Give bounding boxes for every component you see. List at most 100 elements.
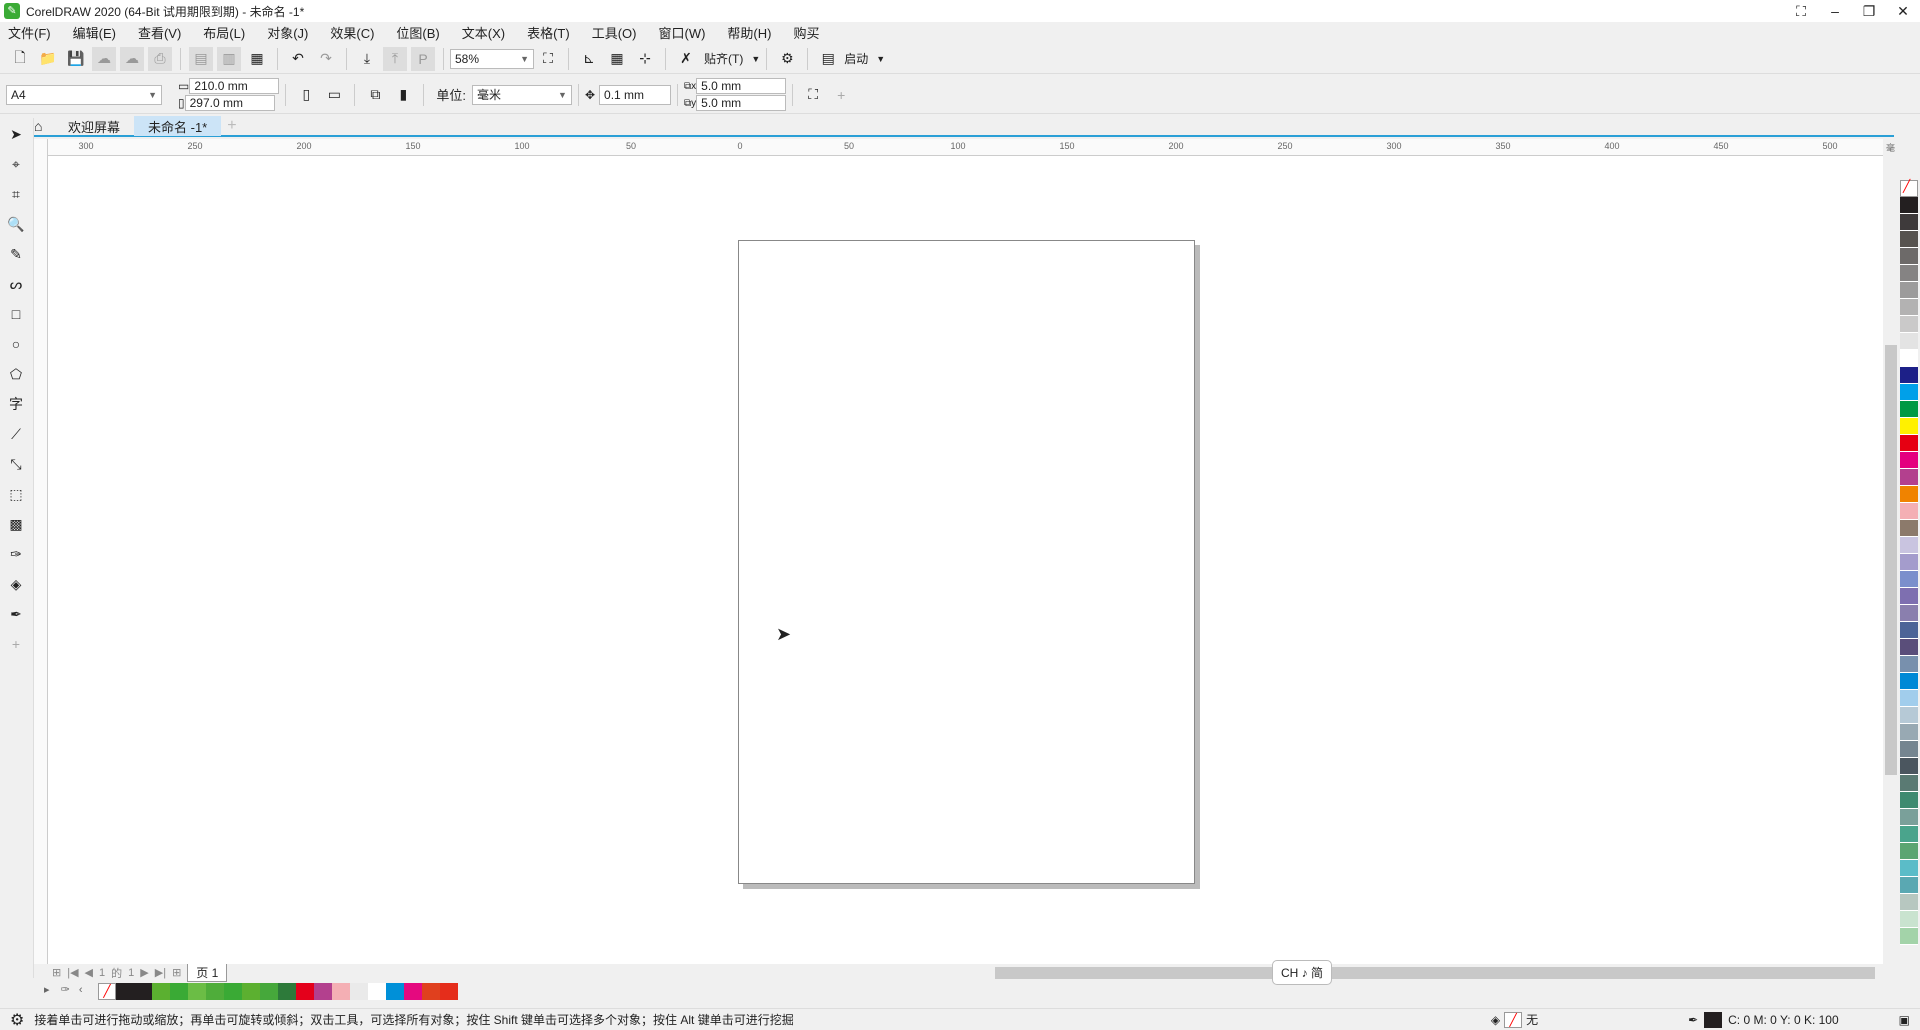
color-swatch[interactable]: [1900, 707, 1918, 724]
menu-help[interactable]: 帮助(H): [727, 23, 771, 42]
menu-tools[interactable]: 工具(O): [592, 23, 637, 42]
text-tool-icon[interactable]: 字: [4, 392, 28, 416]
dimension-tool-icon[interactable]: ⟋: [4, 422, 28, 446]
color-swatch[interactable]: [1900, 520, 1918, 537]
shape-tool-icon[interactable]: ⌖: [4, 152, 28, 176]
menu-window[interactable]: 窗口(W): [658, 23, 705, 42]
color-swatch[interactable]: [1900, 588, 1918, 605]
paste-icon[interactable]: ▦: [245, 47, 269, 71]
cloud-download-icon[interactable]: ☁: [92, 46, 116, 71]
horizontal-scroll-thumb[interactable]: [995, 967, 1875, 979]
prev-page-icon[interactable]: ◀: [85, 966, 93, 979]
color-swatch[interactable]: [404, 983, 422, 1000]
page-border-icon[interactable]: ⛶: [801, 83, 825, 107]
color-swatch[interactable]: [332, 983, 350, 1000]
full-screen-icon[interactable]: ⛶: [536, 47, 560, 71]
color-swatch[interactable]: [1900, 894, 1918, 911]
connector-tool-icon[interactable]: ⤡: [4, 452, 28, 476]
polygon-tool-icon[interactable]: ⬠: [4, 362, 28, 386]
color-swatch[interactable]: [1900, 554, 1918, 571]
color-swatch[interactable]: [1900, 435, 1918, 452]
color-swatch[interactable]: [1900, 605, 1918, 622]
menu-buy[interactable]: 购买: [793, 23, 819, 42]
fill-swatch[interactable]: ╱: [1504, 1011, 1523, 1028]
color-swatch[interactable]: [1900, 809, 1918, 826]
page-tab[interactable]: 页 1: [187, 963, 228, 982]
options-gear-icon[interactable]: ⚙: [775, 47, 799, 71]
guidelines-icon[interactable]: ⊹: [633, 47, 657, 71]
snap-off-icon[interactable]: ✗: [674, 47, 698, 71]
color-swatch[interactable]: [1900, 826, 1918, 843]
color-swatch[interactable]: [1900, 384, 1918, 401]
open-folder-icon[interactable]: 📁: [36, 47, 60, 71]
launch-dropdown[interactable]: 启动: [844, 50, 868, 67]
color-swatch[interactable]: [188, 983, 206, 1000]
export-icon[interactable]: ⤒: [383, 46, 407, 71]
eyedropper-tool-icon[interactable]: ✑: [4, 542, 28, 566]
color-swatch[interactable]: [314, 983, 332, 1000]
import-icon[interactable]: ⤓: [355, 47, 379, 71]
menu-edit[interactable]: 编辑(E): [73, 23, 116, 42]
artistic-media-icon[interactable]: ᔕ: [4, 272, 28, 296]
smart-fill-icon[interactable]: ✒: [4, 602, 28, 626]
menu-layout[interactable]: 布局(L): [203, 23, 245, 42]
color-swatch[interactable]: [1900, 367, 1918, 384]
color-swatch[interactable]: [278, 983, 296, 1000]
color-swatch[interactable]: [1900, 486, 1918, 503]
color-swatch[interactable]: [260, 983, 278, 1000]
minimize-button[interactable]: –: [1818, 3, 1852, 19]
color-swatch[interactable]: [1900, 231, 1918, 248]
color-swatch[interactable]: [1900, 333, 1918, 350]
all-pages-icon[interactable]: ⧉: [363, 83, 387, 107]
color-swatch[interactable]: [1900, 299, 1918, 316]
snap-to-dropdown[interactable]: 贴齐(T): [704, 50, 743, 67]
color-swatch[interactable]: [1900, 469, 1918, 486]
page-size-select[interactable]: A4 ▼: [6, 84, 162, 105]
color-swatch[interactable]: [1900, 214, 1918, 231]
menu-view[interactable]: 查看(V): [138, 23, 181, 42]
outline-swatch[interactable]: [1704, 1011, 1723, 1028]
color-swatch[interactable]: [116, 983, 134, 1000]
menu-object[interactable]: 对象(J): [267, 23, 308, 42]
add-page-before-icon[interactable]: ⊞: [52, 966, 61, 979]
color-swatch[interactable]: [1900, 656, 1918, 673]
transparency-tool-icon[interactable]: ▩: [4, 512, 28, 536]
grid-icon[interactable]: ▦: [605, 47, 629, 71]
duplicate-y-input[interactable]: 5.0 mm: [696, 95, 787, 111]
interactive-fill-icon[interactable]: ◈: [4, 572, 28, 596]
color-swatch[interactable]: [206, 983, 224, 1000]
color-swatch[interactable]: [134, 983, 152, 1000]
zoom-level-select[interactable]: 58% ▼: [450, 48, 534, 69]
no-color-swatch[interactable]: ╱: [98, 983, 116, 1000]
color-swatch[interactable]: [1900, 248, 1918, 265]
color-swatch[interactable]: [1900, 843, 1918, 860]
color-swatch[interactable]: [350, 983, 368, 1000]
menu-file[interactable]: 文件(F): [8, 23, 51, 42]
color-swatch[interactable]: [1900, 690, 1918, 707]
color-swatch[interactable]: [1900, 350, 1918, 367]
pdf-icon[interactable]: P: [411, 46, 435, 71]
color-swatch[interactable]: [1900, 265, 1918, 282]
home-icon[interactable]: ⌂: [34, 118, 54, 134]
tab-welcome-screen[interactable]: 欢迎屏幕: [54, 116, 134, 136]
color-swatch[interactable]: [1900, 316, 1918, 333]
page-height-input[interactable]: 297.0 mm: [184, 95, 275, 111]
cut-icon[interactable]: ▤: [189, 46, 213, 71]
add-icon[interactable]: +: [829, 83, 853, 107]
color-swatch[interactable]: [1900, 282, 1918, 299]
add-tool-icon[interactable]: +: [4, 632, 28, 656]
undo-icon[interactable]: ↶: [286, 47, 310, 71]
redo-icon[interactable]: ↷: [314, 47, 338, 71]
color-swatch[interactable]: [224, 983, 242, 1000]
document-page[interactable]: [738, 240, 1195, 884]
new-tab-icon[interactable]: +: [227, 117, 236, 135]
nudge-distance-input[interactable]: 0.1 mm: [599, 84, 672, 105]
freehand-tool-icon[interactable]: ✎: [4, 242, 28, 266]
page-width-input[interactable]: 210.0 mm: [189, 78, 280, 94]
first-page-icon[interactable]: |◀: [67, 966, 78, 979]
last-page-icon[interactable]: ▶|: [155, 966, 166, 979]
color-swatch[interactable]: [1900, 622, 1918, 639]
color-swatch[interactable]: [1900, 537, 1918, 554]
menu-table[interactable]: 表格(T): [527, 23, 570, 42]
palette-expand-icon[interactable]: ▸: [44, 984, 50, 996]
